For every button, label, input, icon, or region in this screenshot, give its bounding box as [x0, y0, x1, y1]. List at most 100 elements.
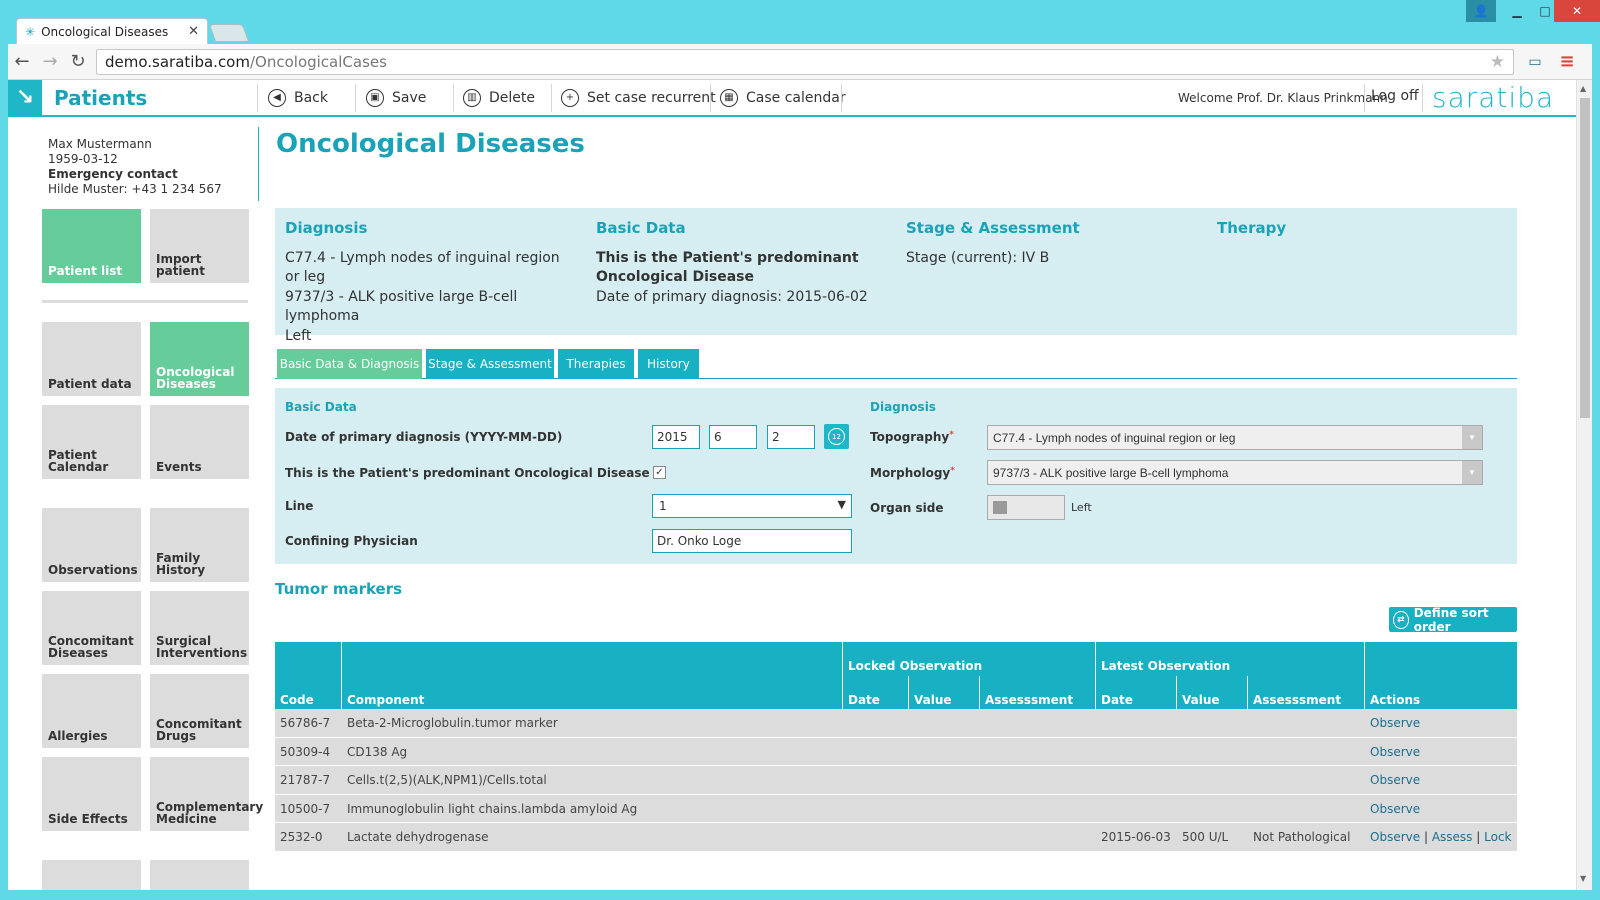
sidebar-tile-events[interactable]: Events: [150, 405, 249, 479]
header-component[interactable]: Component: [342, 693, 429, 707]
scrollbar-thumb[interactable]: [1580, 98, 1590, 418]
patient-name: Max Mustermann: [48, 137, 152, 151]
delete-button[interactable]: ▥ Delete: [463, 87, 535, 109]
new-tab-button[interactable]: [208, 24, 250, 42]
topography-label-text: Topography: [870, 430, 950, 444]
cell-component: Cells.t(2,5)(ALK,NPM1)/Cells.total: [347, 773, 547, 787]
line-select[interactable]: 1 ▼: [652, 494, 852, 518]
sidebar-tile-partial[interactable]: [150, 860, 249, 890]
cell-code: 10500-7: [280, 801, 331, 816]
confining-physician-input[interactable]: Dr. Onko Loge: [652, 529, 852, 553]
save-disk-icon: ▣: [366, 89, 384, 107]
cell-component: Beta-2-Microglobulin.tumor marker: [347, 716, 558, 730]
header-latest-observation: Latest Observation: [1101, 659, 1231, 673]
dropdown-arrow-icon[interactable]: ▼: [1462, 461, 1482, 484]
observe-link[interactable]: Observe: [1370, 773, 1420, 787]
set-case-recurrent-label: Set case recurrent: [587, 90, 716, 106]
cell-code: 2532-0: [280, 830, 323, 844]
tab-stage-assessment[interactable]: Stage & Assessment: [426, 349, 554, 379]
lock-link[interactable]: Lock: [1484, 830, 1511, 844]
tab-history[interactable]: History: [638, 349, 699, 379]
sidebar-tile-side-effects[interactable]: Side Effects: [42, 757, 141, 831]
scroll-up-arrow-icon[interactable]: ▲: [1580, 84, 1586, 93]
dropdown-caret-icon: ▼: [837, 498, 846, 511]
cast-icon[interactable]: ▭: [1522, 50, 1548, 74]
summary-therapy: Therapy: [1217, 219, 1507, 249]
toolbar-divider: [355, 84, 356, 112]
tab-basic-data-diagnosis[interactable]: Basic Data & Diagnosis: [277, 349, 422, 379]
header-locked-assessment: Assesssment: [985, 693, 1074, 707]
date-month-input[interactable]: 6: [709, 425, 757, 449]
save-button[interactable]: ▣ Save: [366, 87, 426, 109]
vertical-scrollbar[interactable]: ▲ ▼: [1576, 80, 1592, 890]
back-arrow-icon[interactable]: ←: [8, 48, 36, 76]
line-select-value: 1: [659, 499, 667, 513]
header-latest-date: Date: [1101, 693, 1133, 707]
topography-value: C77.4 - Lymph nodes of inguinal region o…: [993, 431, 1236, 445]
predominant-checkbox[interactable]: ✓: [653, 466, 666, 479]
back-button[interactable]: ◀ Back: [268, 87, 328, 109]
cell-component: CD138 Ag: [347, 744, 408, 759]
url-path: /OncologicalCases: [249, 52, 387, 71]
close-tab-icon[interactable]: ✕: [188, 24, 199, 39]
browser-menu-icon[interactable]: ≡: [1554, 50, 1580, 74]
module-arrow-icon[interactable]: ↘: [8, 80, 42, 115]
sidebar-tile-import-patient[interactable]: Import patient: [150, 209, 249, 283]
bookmark-star-icon[interactable]: ★: [1490, 52, 1505, 72]
sidebar-tile-oncological-diseases[interactable]: Oncological Diseases: [150, 322, 249, 396]
header-locked-observation: Locked Observation: [848, 659, 983, 673]
dropdown-arrow-icon[interactable]: ▼: [1462, 426, 1482, 449]
row-actions: Observe | Assess | Lock: [1370, 830, 1512, 844]
reload-icon[interactable]: ↻: [64, 48, 92, 76]
date-year-input[interactable]: 2015: [652, 425, 700, 449]
case-summary-panel: Diagnosis C77.4 - Lymph nodes of inguina…: [275, 208, 1517, 344]
saratiba-logo: saratiba: [1432, 81, 1555, 114]
date-day-input[interactable]: 2: [767, 425, 815, 449]
browser-tab[interactable]: ✳ Oncological Diseases ✕: [16, 18, 208, 44]
table-header: Code Component Locked Observation Date V…: [275, 642, 1517, 709]
sidebar-tile-allergies[interactable]: Allergies: [42, 674, 141, 748]
assess-link[interactable]: Assess: [1432, 830, 1473, 844]
define-sort-order-button[interactable]: ⇄ Define sort order: [1389, 606, 1517, 634]
sidebar-tile-concomitant-drugs[interactable]: Concomitant Drugs: [150, 674, 249, 748]
sidebar-tile-concomitant-diseases[interactable]: Concomitant Diseases: [42, 591, 141, 665]
observe-link[interactable]: Observe: [1370, 802, 1420, 816]
close-window-button[interactable]: ✕: [1554, 0, 1600, 22]
url-input[interactable]: demo.saratiba.com /OncologicalCases ★: [96, 48, 1514, 75]
date-picker-button[interactable]: 12: [824, 424, 849, 449]
sidebar-tile-patient-list[interactable]: Patient list: [42, 209, 141, 283]
tab-therapies[interactable]: Therapies: [558, 349, 634, 379]
topography-combobox[interactable]: C77.4 - Lymph nodes of inguinal region o…: [987, 425, 1483, 450]
toolbar-divider: [551, 84, 552, 112]
sidebar-tile-patient-calendar[interactable]: Patient Calendar: [42, 405, 141, 479]
log-off-link[interactable]: Log off: [1371, 88, 1419, 104]
required-marker: *: [949, 430, 954, 440]
summary-stage-heading: Stage & Assessment: [906, 219, 1080, 237]
summary-topography: C77.4 - Lymph nodes of inguinal region o…: [285, 249, 560, 286]
sidebar-tile-observations[interactable]: Observations: [42, 508, 141, 582]
sidebar-tile-complementary-medicine[interactable]: Complementary Medicine: [150, 757, 263, 831]
forward-arrow-icon[interactable]: →: [36, 48, 64, 76]
back-button-label: Back: [294, 90, 328, 106]
sidebar-tile-partial[interactable]: [42, 860, 141, 890]
observe-link[interactable]: Observe: [1370, 745, 1420, 759]
morphology-combobox[interactable]: 9737/3 - ALK positive large B-cell lymph…: [987, 460, 1483, 485]
basic-data-form: Basic Data Diagnosis Date of primary dia…: [275, 388, 1517, 564]
observe-link[interactable]: Observe: [1370, 716, 1420, 730]
scroll-down-arrow-icon[interactable]: ▼: [1580, 874, 1586, 883]
minimize-window-button[interactable]: ▁: [1502, 0, 1532, 22]
summary-primary-date: Date of primary diagnosis: 2015-06-02: [596, 288, 868, 305]
main-content: Oncological Diseases Diagnosis C77.4 - L…: [268, 117, 1570, 890]
user-profile-icon[interactable]: 👤: [1466, 0, 1496, 22]
case-calendar-button[interactable]: ▦ Case calendar: [720, 87, 846, 109]
basic-data-section-heading: Basic Data: [285, 400, 357, 414]
top-toolbar: ↘ Patients ◀ Back ▣ Save ▥ Delete + Set …: [8, 80, 1576, 117]
organ-side-toggle[interactable]: [987, 495, 1065, 520]
required-marker: *: [950, 466, 955, 476]
sidebar-tile-surgical-interventions[interactable]: Surgical Interventions: [150, 591, 249, 665]
set-case-recurrent-button[interactable]: + Set case recurrent: [561, 87, 716, 109]
observe-link[interactable]: Observe: [1370, 830, 1420, 844]
sidebar-tile-family-history[interactable]: Family History: [150, 508, 249, 582]
header-code[interactable]: Code: [275, 693, 319, 707]
sidebar-tile-patient-data[interactable]: Patient data: [42, 322, 141, 396]
